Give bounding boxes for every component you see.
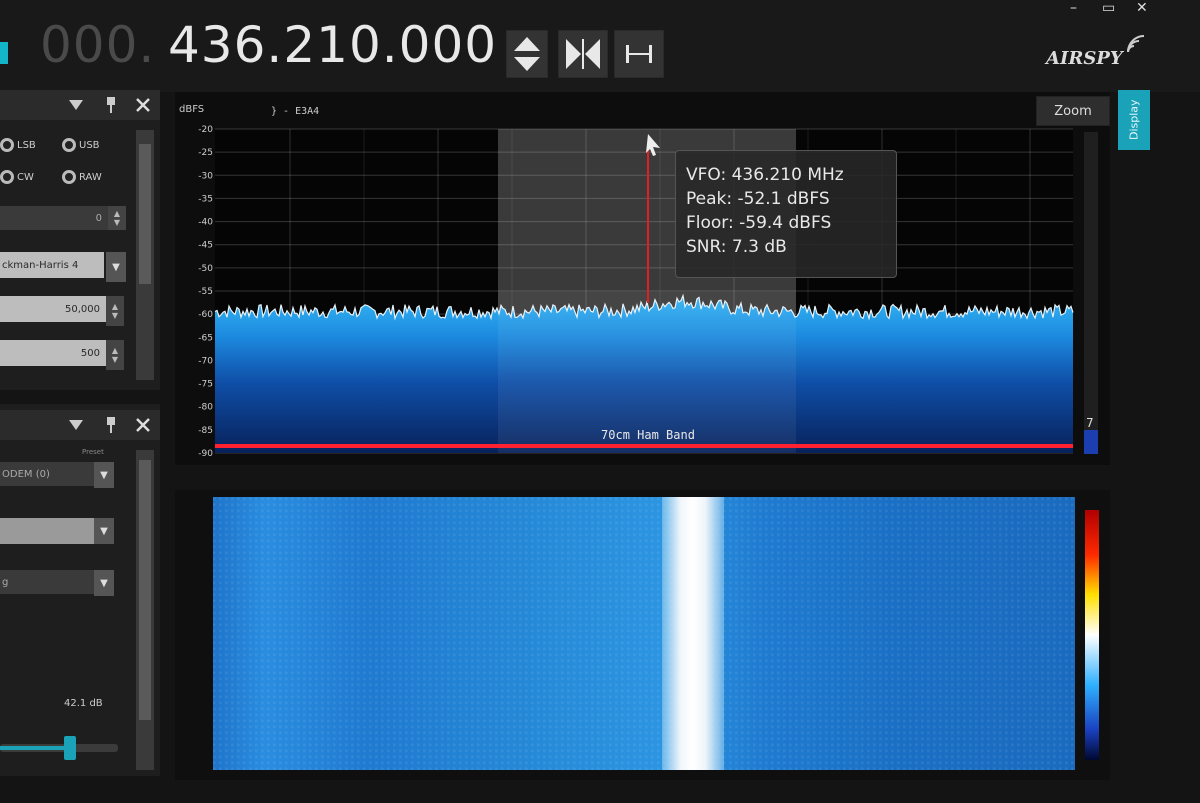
y-tick-label: -35 xyxy=(198,194,213,204)
vfo-tooltip: VFO: 436.210 MHz Peak: -52.1 dBFS Floor:… xyxy=(675,150,897,278)
radio-cw[interactable]: CW xyxy=(0,170,34,184)
y-tick-label: -85 xyxy=(198,426,213,436)
x-tick-label: 436.225 M xyxy=(705,463,763,465)
window-dropdown-arrow[interactable]: ▼ xyxy=(106,252,126,282)
gain-slider-fill xyxy=(0,746,70,750)
radio-raw-dot xyxy=(62,170,76,184)
radio-raw-label: RAW xyxy=(79,171,102,183)
y-tick-label: -50 xyxy=(198,264,213,274)
radio-usb[interactable]: USB xyxy=(62,138,100,152)
tooltip-snr: SNR: 7.3 dB xyxy=(686,237,787,257)
radio-lsb-dot xyxy=(0,138,14,152)
bandwidth-field[interactable]: 50,000 xyxy=(0,296,106,322)
gain-slider-track[interactable] xyxy=(0,744,118,752)
gain-slider-handle[interactable] xyxy=(64,736,76,760)
demod-panel-header xyxy=(0,410,160,440)
bandwidth-spinner[interactable]: ▲ ▼ xyxy=(106,296,124,326)
y-axis-ticks: -20 -25 -30 -35 -40 -45 -50 -55 -60 -65 -70 -75 -80 -… xyxy=(198,125,213,459)
panel-scrollbar-2[interactable] xyxy=(136,450,154,770)
y-tick-label: -20 xyxy=(198,125,213,135)
spectrum-plot[interactable]: 70cm Ham Band -20 -25 -30 -35 -40 -45 -50 -55 -6… xyxy=(175,92,1110,465)
demod-select[interactable]: ODEM (0) xyxy=(0,462,94,486)
y-tick-label: -40 xyxy=(198,218,213,228)
airspy-logo: AIRSPY xyxy=(1046,48,1123,69)
mode-dropdown-arrow[interactable]: ▼ xyxy=(94,518,114,544)
y-tick-label: -55 xyxy=(198,287,213,297)
header-text: } - E3A4 xyxy=(271,106,319,117)
close-panel-icon[interactable] xyxy=(134,96,152,114)
collapse-icon-2[interactable] xyxy=(66,416,86,434)
tooltip-floor: Floor: -59.4 dBFS xyxy=(686,213,832,233)
y-tick-label: -80 xyxy=(198,403,213,413)
x-tick-label: 436.275 M xyxy=(1001,463,1059,465)
waterfall-display[interactable] xyxy=(213,497,1075,770)
order-spinner[interactable]: ▲ ▼ xyxy=(106,340,124,370)
frequency-display[interactable]: 436.210.000 xyxy=(168,16,497,74)
radio-lsb-label: LSB xyxy=(17,139,36,151)
maximize-button[interactable]: ▭ xyxy=(1102,0,1115,16)
center-icon[interactable] xyxy=(558,30,608,78)
display-tab[interactable]: Display xyxy=(1118,90,1150,150)
gain-value: 42.1 dB xyxy=(64,698,103,709)
panel-scroll-thumb-2[interactable] xyxy=(139,460,151,720)
waterfall-signal-trace xyxy=(662,497,724,770)
demod-dropdown-arrow[interactable]: ▼ xyxy=(94,462,114,488)
radio-cw-label: CW xyxy=(17,171,34,183)
mode-select[interactable] xyxy=(0,518,94,544)
option-dropdown-arrow[interactable]: ▼ xyxy=(94,570,114,596)
x-tick-label: 436.200 M xyxy=(557,463,615,465)
y-tick-label: -65 xyxy=(198,333,213,343)
y-tick-label: -60 xyxy=(198,310,213,320)
radio-panel-header xyxy=(0,90,160,120)
y-tick-label: -45 xyxy=(198,241,213,251)
y-tick-label: -70 xyxy=(198,356,213,366)
radio-raw[interactable]: RAW xyxy=(62,170,102,184)
signal-waves-icon xyxy=(1127,35,1145,53)
frequency-dim-digits[interactable]: 000. xyxy=(40,16,155,74)
shift-spinner[interactable]: ▲ ▼ xyxy=(108,206,126,230)
zoom-button[interactable]: Zoom xyxy=(1036,96,1110,126)
band-label: 70cm Ham Band xyxy=(601,428,695,442)
x-axis-ticks: 436.150 M 436.175 M 436.200 M 436.225 M 436.… xyxy=(261,463,1059,465)
radio-lsb[interactable]: LSB xyxy=(0,138,36,152)
tooltip-peak: Peak: -52.1 dBFS xyxy=(686,189,830,209)
minimize-button[interactable]: – xyxy=(1070,0,1077,16)
x-tick-label: 436.175 M xyxy=(409,463,467,465)
up-down-arrows-icon[interactable] xyxy=(506,30,548,78)
level-value: 7 xyxy=(1086,416,1094,430)
frequency-indicator xyxy=(0,42,8,64)
shift-field[interactable]: 0 xyxy=(0,206,108,230)
radio-cw-dot xyxy=(0,170,14,184)
tooltip-vfo: VFO: 436.210 MHz xyxy=(686,165,844,185)
close-panel-icon-2[interactable] xyxy=(134,416,152,434)
option-select[interactable]: g xyxy=(0,570,94,594)
y-tick-label: -90 xyxy=(198,449,213,459)
panel-scrollbar[interactable] xyxy=(136,130,154,380)
radio-usb-dot xyxy=(62,138,76,152)
pin-icon[interactable] xyxy=(104,95,118,115)
radio-usb-label: USB xyxy=(79,139,100,151)
level-bar xyxy=(1084,132,1098,454)
x-tick-label: 436.150 M xyxy=(261,463,319,465)
y-tick-label: -75 xyxy=(198,380,213,390)
y-tick-label: -30 xyxy=(198,171,213,181)
waterfall-colorbar xyxy=(1085,510,1099,760)
panel-scroll-thumb[interactable] xyxy=(139,144,151,284)
preset-hint: Preset xyxy=(82,448,104,456)
order-field[interactable]: 500 xyxy=(0,340,106,366)
level-bar-fill xyxy=(1084,430,1098,454)
y-tick-label: -25 xyxy=(198,148,213,158)
span-icon[interactable] xyxy=(614,30,664,78)
x-tick-label: 436.250 M xyxy=(853,463,911,465)
collapse-icon[interactable] xyxy=(66,96,86,114)
band-marker-line xyxy=(215,444,1073,448)
window-select[interactable]: ckman-Harris 4 xyxy=(0,252,104,278)
close-window-button[interactable]: ✕ xyxy=(1136,0,1148,16)
unit-label: dBFS xyxy=(179,104,204,115)
pin-icon-2[interactable] xyxy=(104,415,118,435)
